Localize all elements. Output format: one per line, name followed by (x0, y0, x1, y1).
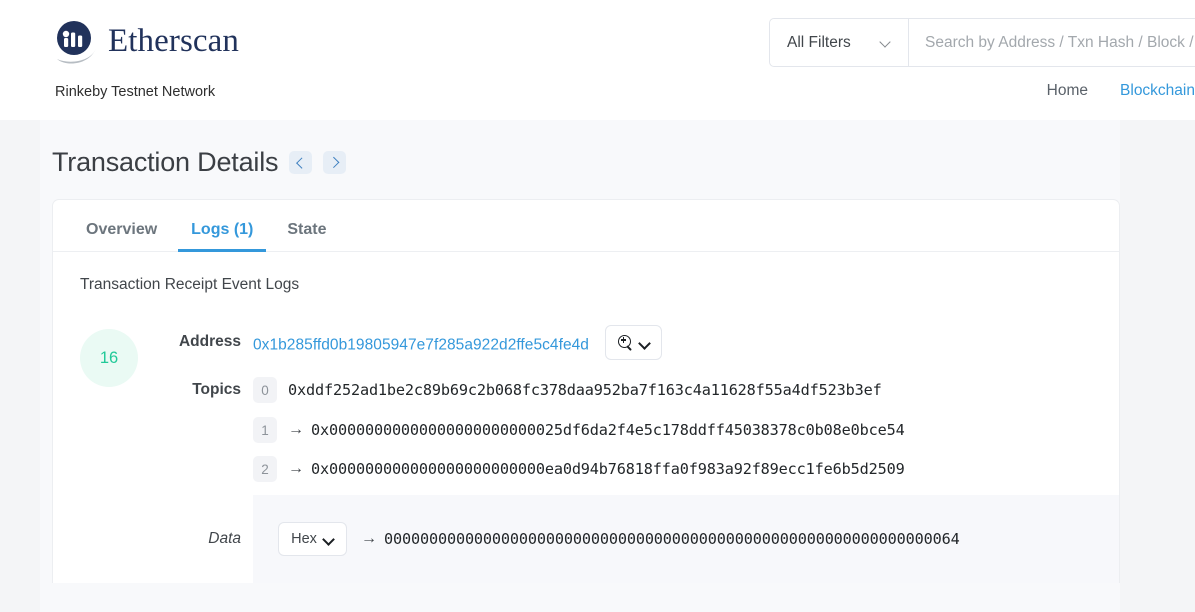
chevron-left-icon (297, 159, 304, 166)
data-format-label: Hex (291, 531, 317, 547)
topic-value: 0xddf252ad1be2c89b69c2b068fc378daa952ba7… (288, 381, 882, 399)
topic-value: 0x000000000000000000000000ea0d94b76818ff… (311, 460, 905, 478)
main-nav: Home Blockchain (1047, 82, 1195, 100)
logs-panel: Transaction Receipt Event Logs 16 Addres… (53, 252, 1119, 583)
prev-transaction-button[interactable] (289, 151, 313, 174)
topic-arrow-icon: → (288, 421, 304, 438)
search-group: All Filters (769, 18, 1195, 67)
chevron-down-icon (323, 535, 334, 543)
address-value-group: 0x1b285ffd0b19805947e7f285a922d2ffe5c4fe… (253, 325, 663, 363)
search-input-wrap (909, 19, 1195, 66)
topic-arrow-icon: → (288, 460, 304, 477)
all-filters-dropdown[interactable]: All Filters (770, 19, 909, 66)
topic-row: 1 → 0x00000000000000000000000025df6da2f4… (53, 417, 1119, 443)
topics-block: Topics 0 0xddf252ad1be2c89b69c2b068fc378… (53, 376, 1119, 482)
site-header: Etherscan Rinkeby Testnet Network All Fi… (0, 0, 1195, 120)
topic-value: 0x00000000000000000000000025df6da2f4e5c1… (311, 421, 905, 439)
search-input[interactable] (909, 19, 1195, 66)
topic-row: Topics 0 0xddf252ad1be2c89b69c2b068fc378… (53, 376, 1119, 404)
data-row: Data Hex → 00000000000000000000000000000… (53, 495, 1119, 583)
data-format-select[interactable]: Hex (278, 522, 347, 556)
topic-index-badge: 2 (253, 456, 277, 482)
topic-row: 2 → 0x000000000000000000000000ea0d94b768… (53, 456, 1119, 482)
page-title-row: Transaction Details (40, 120, 1120, 178)
logs-section-title: Transaction Receipt Event Logs (80, 276, 300, 293)
all-filters-label: All Filters (787, 33, 851, 51)
chevron-down-icon (881, 37, 892, 48)
log-entry: 16 Address 0x1b285ffd0b19805947e7f285a92… (53, 320, 1119, 583)
data-value: 0000000000000000000000000000000000000000… (384, 530, 960, 548)
brand-name: Etherscan (108, 23, 239, 59)
page-root: Etherscan Rinkeby Testnet Network All Fi… (0, 0, 1195, 612)
nav-link-home[interactable]: Home (1047, 82, 1088, 100)
etherscan-logo-icon (52, 18, 99, 65)
topics-label: Topics (192, 381, 241, 398)
page-title: Transaction Details (52, 147, 279, 177)
chevron-down-icon (639, 339, 650, 347)
tab-overview[interactable]: Overview (69, 222, 174, 251)
magnifier-plus-icon (617, 335, 633, 350)
tab-bar: Overview Logs (1) State (53, 200, 1119, 252)
log-index-badge: 16 (80, 329, 138, 387)
content-column: Transaction Details Overview Logs (1) St… (40, 120, 1120, 612)
chevron-right-icon (331, 159, 338, 166)
topic-index-badge: 1 (253, 417, 277, 443)
address-row: Address 0x1b285ffd0b19805947e7f285a922d2… (53, 320, 1119, 363)
address-link[interactable]: 0x1b285ffd0b19805947e7f285a922d2ffe5c4fe… (253, 337, 589, 354)
data-arrow-icon: → (361, 530, 377, 547)
brand[interactable]: Etherscan (52, 18, 239, 65)
data-label: Data (208, 530, 241, 547)
tab-state[interactable]: State (270, 222, 343, 251)
data-band: Hex → 0000000000000000000000000000000000… (253, 495, 1119, 583)
address-lookup-button[interactable] (605, 325, 663, 360)
network-label: Rinkeby Testnet Network (55, 84, 216, 100)
tab-logs[interactable]: Logs (1) (174, 222, 270, 252)
transaction-card: Overview Logs (1) State Transaction Rece… (52, 199, 1120, 583)
nav-link-blockchain[interactable]: Blockchain (1120, 82, 1195, 100)
next-transaction-button[interactable] (323, 151, 347, 174)
topic-index-badge: 0 (253, 377, 277, 403)
